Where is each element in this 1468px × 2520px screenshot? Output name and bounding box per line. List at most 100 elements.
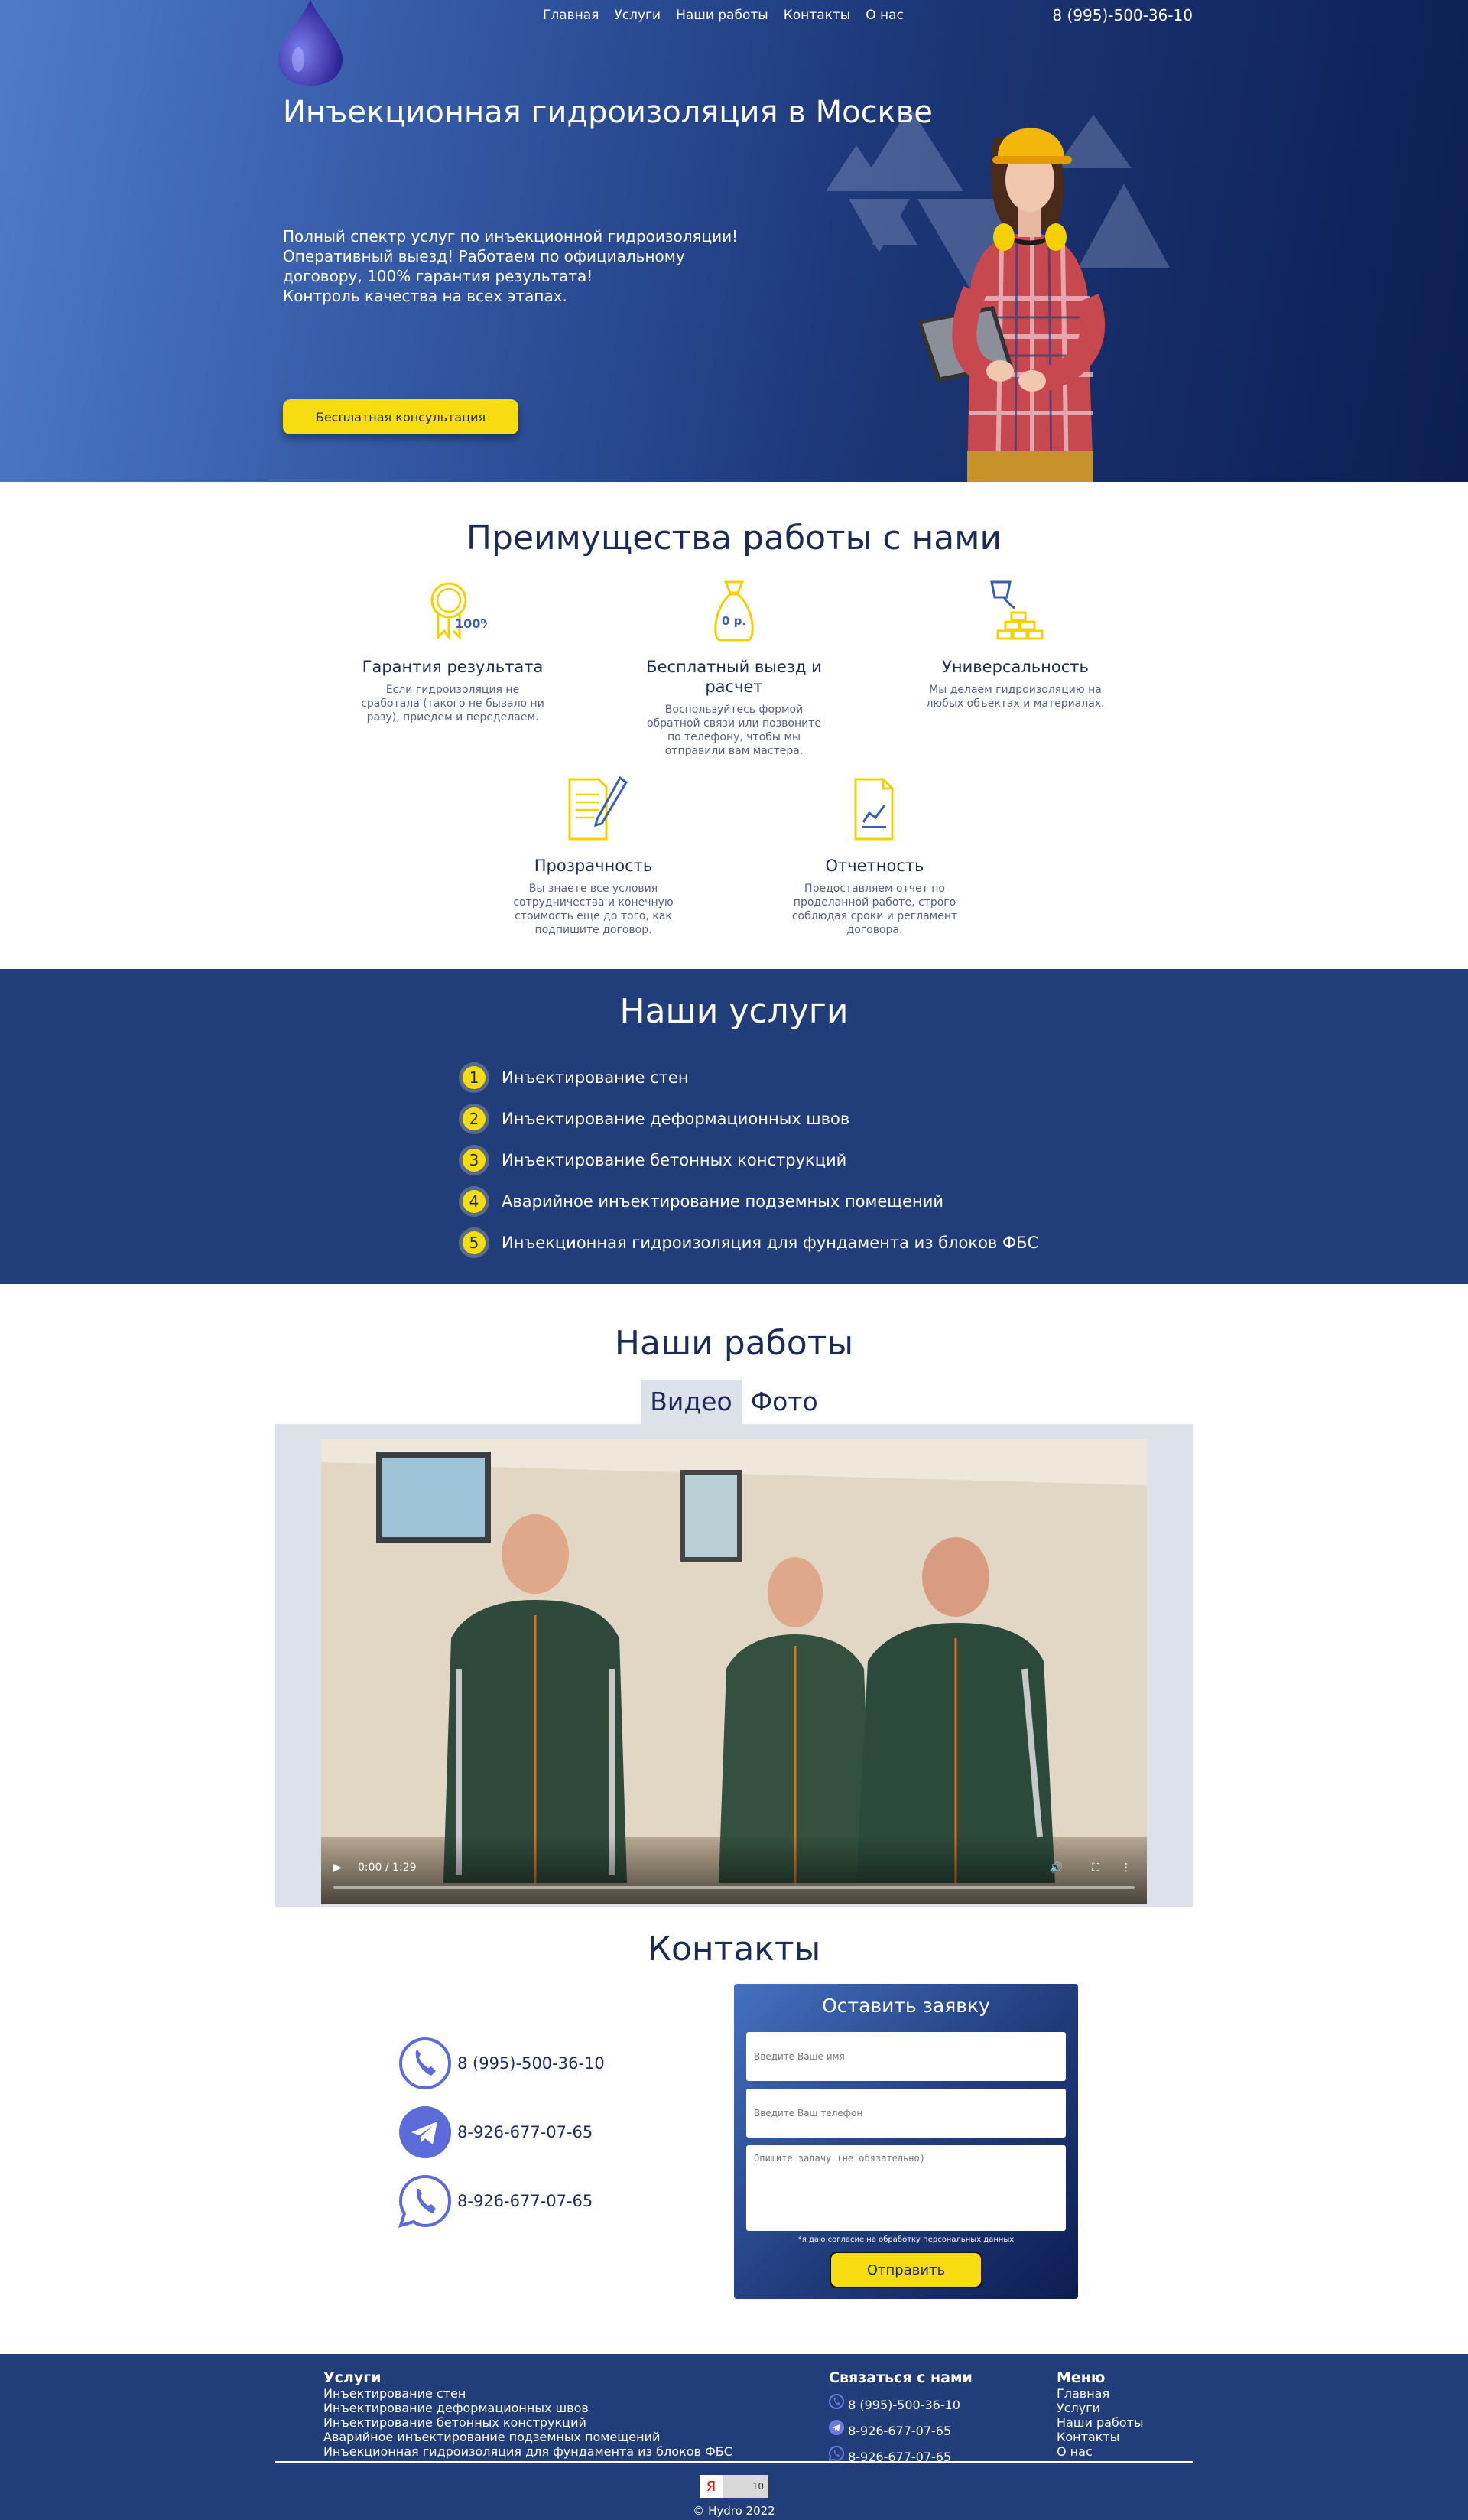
number-badge: 1 — [459, 1062, 489, 1093]
hero-lead-line: Контроль качества на всех этапах. — [283, 287, 567, 305]
name-input[interactable] — [746, 2032, 1066, 2081]
video-controls: ▶ 0:00 / 1:29 🔊 ⛶ ⋮ — [321, 1836, 1147, 1904]
advantage-title: Гарантия результата — [362, 658, 544, 676]
advantages-section: Преимущества работы с нами 100% Гарантия… — [0, 482, 1468, 969]
consultation-button[interactable]: Бесплатная консультация — [283, 399, 518, 434]
telegram-icon — [399, 2106, 451, 2158]
service-item[interactable]: 1 Инъектирование стен — [459, 1057, 1468, 1098]
submit-button[interactable]: Отправить — [830, 2252, 982, 2288]
visit-counter[interactable]: Я 10 — [700, 2475, 768, 2498]
request-form: Оставить заявку *я даю согласие на обраб… — [734, 1984, 1078, 2299]
footer-contact-title: Связаться с нами — [829, 2369, 973, 2386]
main-nav: Главная Услуги Наши работы Контакты О на… — [543, 8, 904, 23]
number-badge: 5 — [459, 1227, 489, 1258]
service-item[interactable]: 2 Инъектирование деформационных швов — [459, 1098, 1468, 1140]
phone-icon — [399, 2037, 451, 2089]
footer-contact-telegram[interactable]: 8-926-677-07-65 — [829, 2420, 973, 2438]
top-bar: Главная Услуги Наши работы Контакты О на… — [275, 0, 1193, 31]
advantage-title: Отчетность — [825, 857, 924, 875]
contact-telegram[interactable]: 8-926-677-07-65 — [398, 2105, 593, 2160]
service-label: Инъектирование деформационных швов — [502, 1110, 850, 1128]
video-player[interactable]: ▶ 0:00 / 1:29 🔊 ⛶ ⋮ — [321, 1439, 1147, 1904]
tab-photo[interactable]: Фото — [742, 1380, 827, 1424]
footer-menu-link[interactable]: Главная — [1057, 2386, 1144, 2401]
tab-video[interactable]: Видео — [641, 1380, 742, 1424]
phone-input[interactable] — [746, 2089, 1066, 2138]
footer-contacts: Связаться с нами 8 (995)-500-36-10 8-926… — [828, 2369, 973, 2464]
contact-whatsapp[interactable]: 8-926-677-07-65 — [398, 2174, 593, 2229]
contacts-section: Контакты 8 (995)-500-36-10 8-926-677-07-… — [0, 1907, 1468, 2354]
volume-icon[interactable]: 🔊 — [1050, 1862, 1063, 1874]
task-textarea[interactable] — [746, 2145, 1066, 2231]
hero-worker-illustration — [826, 107, 1170, 482]
advantage-text: Если гидроизоляция не сработала (такого … — [361, 684, 544, 723]
services-title: Наши услуги — [619, 992, 849, 1031]
hero-title: Инъекционная гидроизоляция в Москве — [283, 95, 933, 130]
footer: Услуги Инъектирование стен Инъектировани… — [0, 2354, 1468, 2520]
footer-service-link[interactable]: Аварийное инъектирование подземных помещ… — [323, 2430, 732, 2444]
footer-service-link[interactable]: Инъектирование бетонных конструкций — [323, 2415, 732, 2430]
advantage-card: Отчетность Предоставляем отчет по продел… — [771, 775, 978, 937]
document-pen-icon — [568, 776, 628, 841]
footer-menu-link[interactable]: Контакты — [1057, 2430, 1144, 2444]
form-title: Оставить заявку — [822, 1995, 990, 2017]
contact-text: 8-926-677-07-65 — [457, 2123, 593, 2141]
footer-menu-link[interactable]: Услуги — [1057, 2401, 1144, 2415]
advantage-title: Прозрачность — [534, 857, 653, 875]
whatsapp-icon — [398, 2174, 452, 2228]
video-time: 0:00 / 1:29 — [358, 1862, 417, 1874]
contact-text: 8 (995)-500-36-10 — [457, 2054, 605, 2073]
nav-about[interactable]: О нас — [866, 8, 904, 23]
report-chart-icon — [854, 778, 894, 841]
footer-contact-phone[interactable]: 8 (995)-500-36-10 — [829, 2394, 973, 2412]
nav-home[interactable]: Главная — [543, 8, 599, 23]
footer-service-link[interactable]: Инъекционная гидроизоляция для фундамент… — [323, 2444, 732, 2459]
service-item[interactable]: 4 Аварийное инъектирование подземных пом… — [459, 1181, 1468, 1222]
header-phone[interactable]: 8 (995)-500-36-10 — [1052, 6, 1193, 24]
advantage-text: Предоставляем отчет по проделанной работ… — [791, 883, 958, 936]
services-section: Наши услуги 1 Инъектирование стен 2 Инъе… — [0, 969, 1468, 1284]
nav-works[interactable]: Наши работы — [676, 8, 768, 23]
whatsapp-icon — [828, 2445, 845, 2462]
footer-menu-link[interactable]: Наши работы — [1057, 2415, 1144, 2430]
number-badge: 2 — [459, 1104, 489, 1134]
works-tabs: Видео Фото — [641, 1380, 827, 1424]
fullscreen-icon[interactable]: ⛶ — [1092, 1862, 1099, 1874]
svg-text:100%: 100% — [455, 616, 487, 631]
footer-services-title: Услуги — [323, 2369, 382, 2386]
video-seek-bar[interactable] — [333, 1886, 1135, 1889]
footer-menu-link[interactable]: О нас — [1057, 2444, 1144, 2459]
more-options-icon[interactable]: ⋮ — [1121, 1862, 1132, 1874]
service-label: Инъектирование стен — [502, 1068, 689, 1087]
contacts-title: Контакты — [647, 1930, 821, 1969]
service-item[interactable]: 3 Инъектирование бетонных конструкций — [459, 1140, 1468, 1181]
advantages-title: Преимущества работы с нами — [466, 519, 1002, 558]
nav-contacts[interactable]: Контакты — [784, 8, 851, 23]
hero-lead: Полный спектр услуг по инъекционной гидр… — [283, 226, 757, 306]
services-list: 1 Инъектирование стен 2 Инъектирование д… — [459, 1057, 1468, 1263]
footer-service-link[interactable]: Инъектирование деформационных швов — [323, 2401, 732, 2415]
nav-services[interactable]: Услуги — [614, 8, 661, 23]
advantage-title: Универсальность — [942, 658, 1089, 676]
service-label: Инъектирование бетонных конструкций — [502, 1151, 847, 1169]
footer-menu: Меню Главная Услуги Наши работы Контакты… — [1057, 2369, 1144, 2459]
counter-value: 10 — [752, 2481, 764, 2492]
yandex-logo: Я — [700, 2475, 723, 2498]
advantage-card: 100% Гарантия результата Если гидроизоля… — [349, 576, 556, 724]
award-ribbon-icon: 100% — [430, 582, 487, 641]
money-bag-icon: 0 р. — [714, 580, 754, 642]
footer-service-link[interactable]: Инъектирование стен — [323, 2386, 732, 2401]
hero-section: Главная Услуги Наши работы Контакты О на… — [0, 0, 1468, 482]
service-label: Аварийное инъектирование подземных помещ… — [502, 1192, 944, 1211]
play-icon[interactable]: ▶ — [333, 1862, 342, 1874]
advantage-text: Вы знаете все условия сотрудничества и к… — [513, 883, 674, 936]
works-section: Наши работы Видео Фото ▶ 0:00 / 1:29 🔊 ⛶… — [0, 1284, 1468, 1920]
service-item[interactable]: 5 Инъекционная гидроизоляция для фундаме… — [459, 1222, 1468, 1263]
bricks-bucket-icon — [990, 580, 1044, 640]
video-container: ▶ 0:00 / 1:29 🔊 ⛶ ⋮ — [275, 1424, 1193, 1920]
contact-phone[interactable]: 8 (995)-500-36-10 — [398, 2036, 605, 2091]
hero-lead-line: Оперативный выезд! Работаем по официальн… — [283, 247, 685, 265]
number-badge: 4 — [459, 1186, 489, 1217]
advantage-card: Прозрачность Вы знаете все условия сотру… — [490, 775, 697, 937]
footer-menu-title: Меню — [1057, 2369, 1106, 2386]
